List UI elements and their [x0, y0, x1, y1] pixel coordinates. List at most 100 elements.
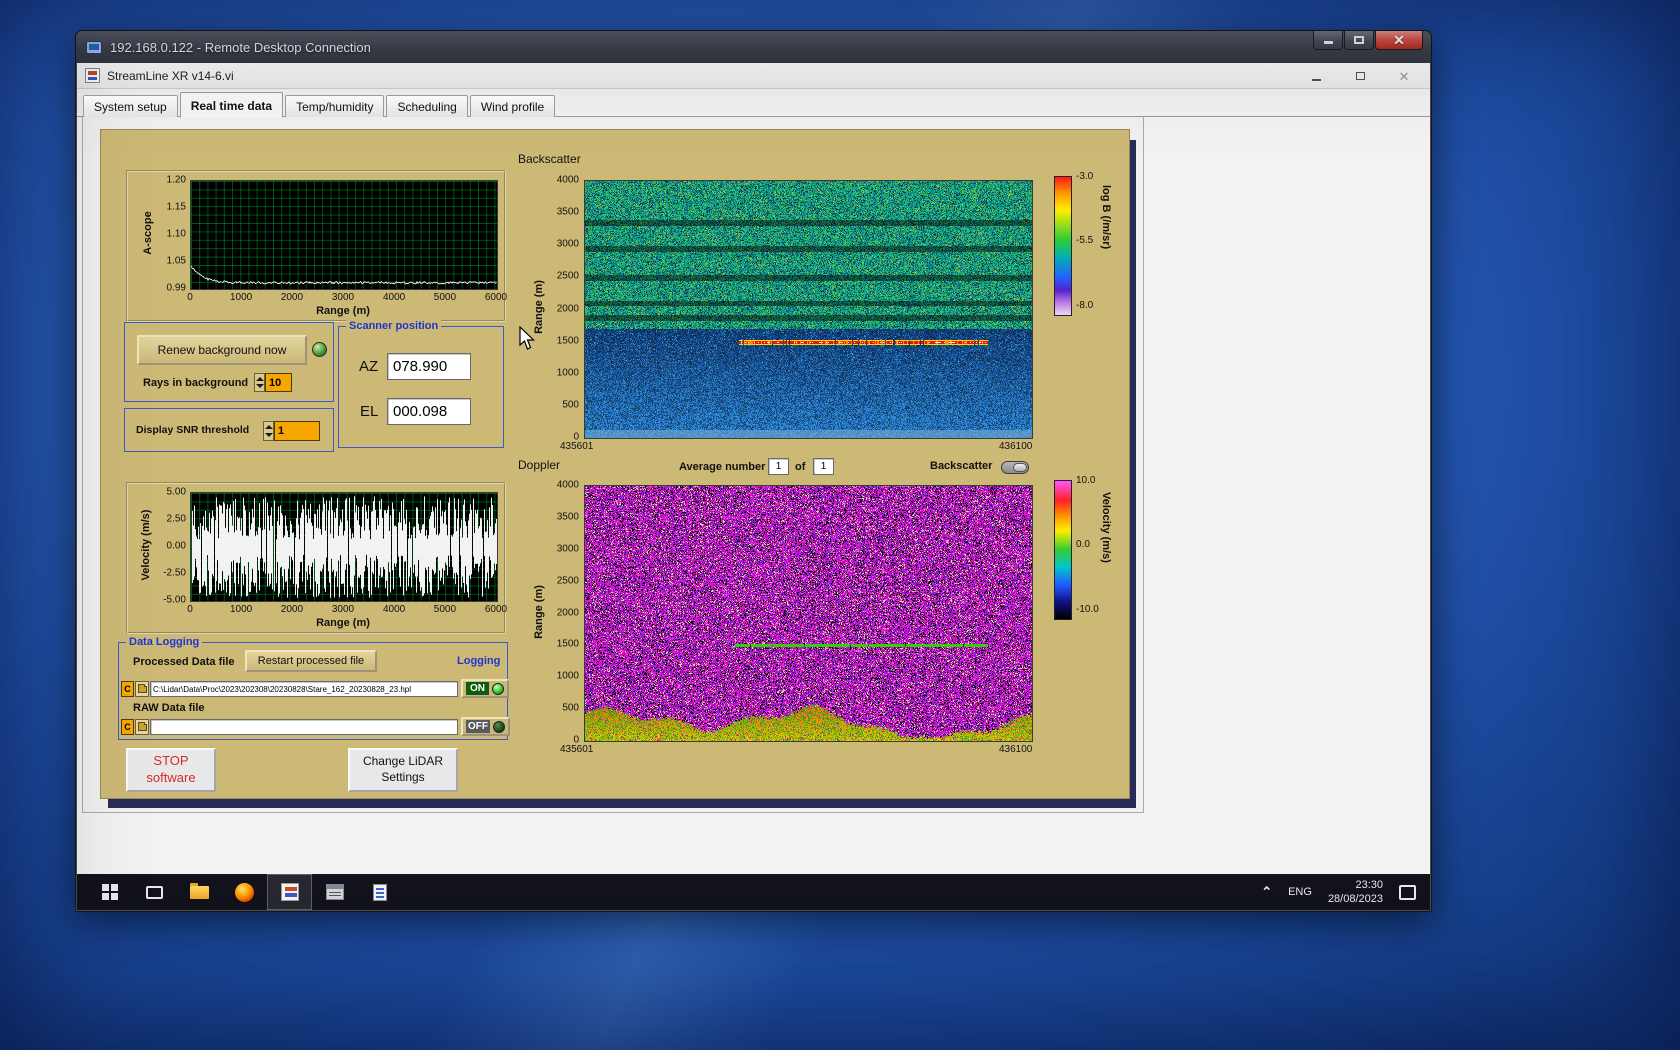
- labview-vi-window: StreamLine XR v14-6.vi ✕ System setup Re…: [77, 63, 1430, 874]
- raw-path-input[interactable]: [150, 719, 458, 735]
- close-icon: ✕: [1393, 33, 1405, 47]
- windows-logo-icon: [102, 884, 109, 891]
- doppler-y-axis-label: Range (m): [533, 562, 545, 662]
- tray-chevron-icon[interactable]: ⌃: [1261, 884, 1272, 900]
- rdp-maximize-button[interactable]: [1344, 31, 1374, 50]
- taskbar: ⌃ ENG 23:30 28/08/2023: [77, 874, 1430, 910]
- vi-titlebar[interactable]: StreamLine XR v14-6.vi ✕: [77, 63, 1430, 89]
- taskbar-apps: [77, 874, 402, 910]
- doppler-colorbar: [1054, 480, 1072, 620]
- scanner-position-group: Scanner position AZ 078.990 EL 000.098: [338, 326, 504, 448]
- scan-scheduler-taskbar-button[interactable]: [312, 874, 357, 910]
- ascope-y-ticks: 1.20 1.15 1.10 1.05 0.99: [158, 180, 186, 288]
- scanner-position-title: Scanner position: [346, 319, 441, 333]
- processed-drive-box[interactable]: C: [121, 681, 134, 697]
- file-explorer-button[interactable]: [177, 874, 222, 910]
- labview-taskbar-button[interactable]: [267, 874, 312, 910]
- doppler-cb-tick-min: -10.0: [1076, 604, 1099, 615]
- backscatter-title: Backscatter: [518, 152, 581, 166]
- tab-wind-profile[interactable]: Wind profile: [470, 95, 555, 117]
- document-icon: [373, 884, 387, 901]
- vi-restore-button[interactable]: [1352, 69, 1368, 84]
- document-app-taskbar-button[interactable]: [357, 874, 402, 910]
- snr-group: Display SNR threshold 1: [124, 408, 334, 452]
- tab-strip: System setup Real time data Temp/humidit…: [77, 89, 1430, 117]
- firefox-button[interactable]: [222, 874, 267, 910]
- backscatter-doppler-toggle[interactable]: [1001, 461, 1029, 474]
- doppler-heatmap: [584, 485, 1033, 742]
- notification-center-icon[interactable]: [1399, 885, 1416, 900]
- front-panel: A-scope 1.20 1.15 1.10 1.05 0.99: [100, 129, 1130, 799]
- rays-in-background-label: Rays in background: [143, 377, 248, 389]
- renew-led-indicator: [312, 342, 327, 357]
- desktop: 192.168.0.122 - Remote Desktop Connectio…: [0, 0, 1680, 1050]
- rays-value[interactable]: 10: [265, 373, 292, 392]
- rdp-minimize-button[interactable]: [1313, 31, 1343, 50]
- ascope-chart: [190, 180, 498, 290]
- doppler-cb-tick-mid: 0.0: [1076, 539, 1090, 550]
- vi-minimize-button[interactable]: [1308, 69, 1324, 84]
- change-lidar-settings-button[interactable]: Change LiDAR Settings: [348, 748, 458, 792]
- stop-button-line2: software: [146, 770, 195, 787]
- doppler-cb-label: Velocity (m/s): [1100, 492, 1112, 563]
- az-label: AZ: [359, 358, 378, 375]
- labview-vi-icon: [85, 68, 100, 83]
- maximize-icon: [1354, 36, 1364, 44]
- doppler-y-ticks: 4000 3500 3000 2500 2000 1500 1000 500 0: [549, 485, 579, 740]
- start-button[interactable]: [87, 874, 132, 910]
- rays-spinner[interactable]: [254, 373, 265, 392]
- az-value-field[interactable]: 078.990: [387, 353, 471, 380]
- rdp-titlebar[interactable]: 192.168.0.122 - Remote Desktop Connectio…: [76, 31, 1431, 63]
- data-logging-title: Data Logging: [126, 635, 202, 649]
- vi-close-button[interactable]: ✕: [1396, 69, 1412, 84]
- snr-value[interactable]: 1: [274, 421, 320, 441]
- restore-icon: [1356, 72, 1365, 80]
- labview-icon: [281, 883, 299, 901]
- velocity-y-ticks: 5.00 2.50 0.00 -2.50 -5.00: [154, 492, 186, 600]
- el-value-field[interactable]: 000.098: [387, 398, 471, 425]
- snr-spinner[interactable]: [263, 421, 274, 441]
- ascope-x-axis-label: Range (m): [190, 305, 496, 317]
- backscatter-toggle-label: Backscatter: [930, 460, 992, 472]
- tray-language[interactable]: ENG: [1288, 886, 1312, 898]
- restart-processed-file-button[interactable]: Restart processed file: [245, 650, 377, 672]
- ascope-y-axis-label: A-scope: [142, 183, 154, 283]
- backscatter-colorbar: [1054, 176, 1072, 316]
- backscatter-cb-tick-max: -3.0: [1076, 171, 1093, 182]
- processed-path-input[interactable]: C:\Lidar\Data\Proc\2023\202308\20230828\…: [150, 681, 458, 697]
- tab-system-setup[interactable]: System setup: [83, 95, 178, 117]
- data-logging-group: Data Logging Processed Data file Restart…: [118, 642, 508, 740]
- renew-background-button[interactable]: Renew background now: [137, 335, 307, 365]
- average-number-value[interactable]: 1: [768, 458, 789, 475]
- rdp-title: 192.168.0.122 - Remote Desktop Connectio…: [110, 40, 371, 55]
- velocity-plot-frame: Velocity (m/s) 5.00 2.50 0.00 -2.50 -5.0…: [126, 482, 506, 634]
- vi-content: A-scope 1.20 1.15 1.10 1.05 0.99: [77, 117, 1430, 874]
- stop-software-button[interactable]: STOP software: [126, 748, 216, 792]
- vi-title: StreamLine XR v14-6.vi: [107, 69, 234, 83]
- backscatter-x-start: 435601: [560, 441, 593, 452]
- doppler-x-end: 436100: [999, 744, 1032, 755]
- rdp-computer-icon: [86, 41, 102, 54]
- ascope-x-ticks: 0 1000 2000 3000 4000 5000 6000: [190, 292, 496, 304]
- task-view-button[interactable]: [132, 874, 177, 910]
- raw-data-file-label: RAW Data file: [133, 702, 205, 714]
- tab-temp-humidity[interactable]: Temp/humidity: [285, 95, 384, 117]
- real-time-data-page: A-scope 1.20 1.15 1.10 1.05 0.99: [82, 117, 1144, 813]
- processed-logging-toggle[interactable]: ON: [461, 679, 509, 698]
- on-label: ON: [466, 682, 489, 695]
- raw-logging-toggle[interactable]: OFF: [461, 717, 510, 736]
- rdp-window: 192.168.0.122 - Remote Desktop Connectio…: [75, 30, 1432, 912]
- rdp-close-button[interactable]: ✕: [1375, 31, 1423, 50]
- raw-browse-button[interactable]: [135, 719, 149, 735]
- task-view-icon: [146, 886, 163, 899]
- minimize-icon: [1324, 41, 1333, 44]
- raw-drive-box[interactable]: C: [121, 719, 134, 735]
- processed-browse-button[interactable]: [135, 681, 149, 697]
- velocity-x-axis-label: Range (m): [190, 617, 496, 629]
- tab-real-time-data[interactable]: Real time data: [180, 92, 283, 118]
- tab-scheduling[interactable]: Scheduling: [386, 95, 467, 117]
- average-of-value[interactable]: 1: [813, 458, 834, 475]
- backscatter-y-axis-label: Range (m): [533, 257, 545, 357]
- tray-clock[interactable]: 23:30 28/08/2023: [1328, 878, 1383, 907]
- change-button-line2: Settings: [381, 770, 424, 786]
